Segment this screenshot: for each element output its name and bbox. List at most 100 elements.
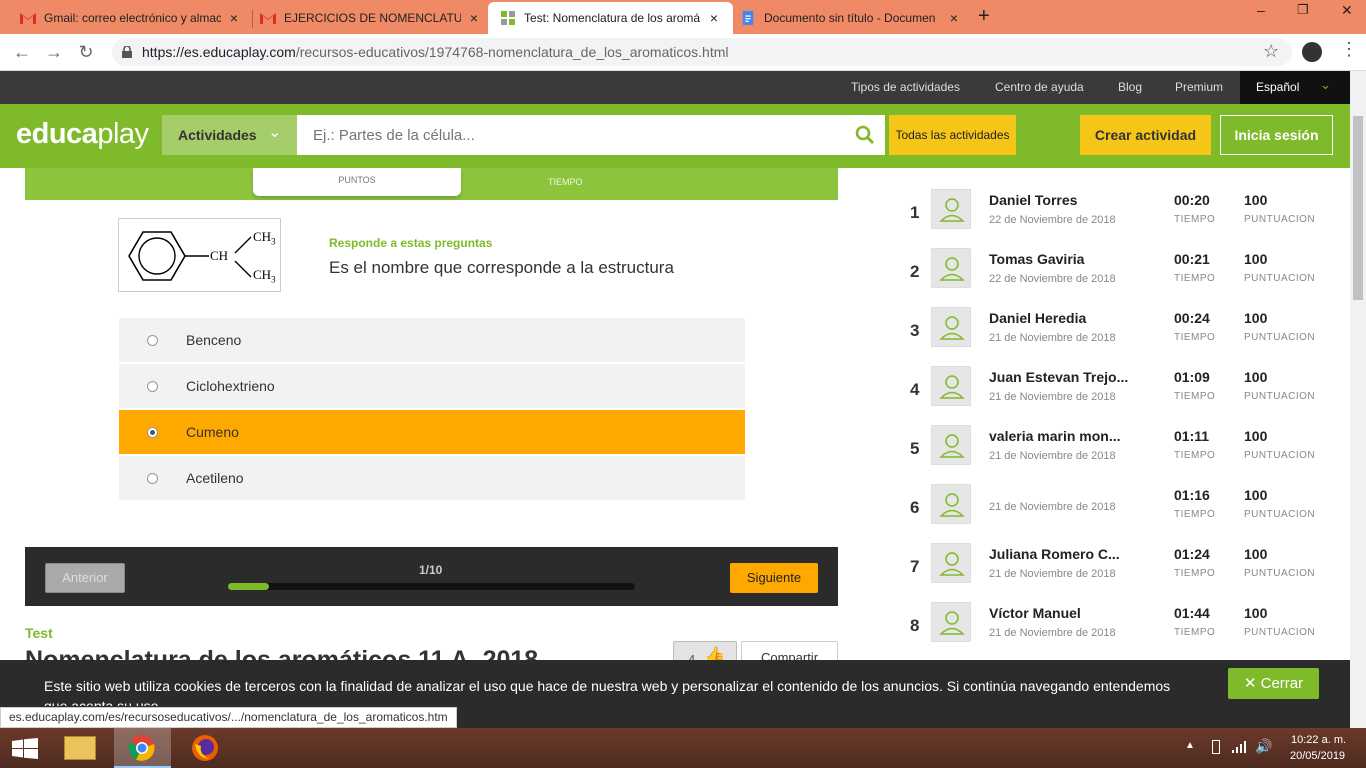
clock-date[interactable]: 20/05/2019 xyxy=(1290,750,1345,762)
profile-avatar[interactable] xyxy=(1302,42,1322,62)
clock-time[interactable]: 10:22 a. m. xyxy=(1291,734,1346,746)
answer-option[interactable]: Ciclohextrieno xyxy=(119,364,745,408)
quiz-score-strip: PUNTOS TIEMPO xyxy=(25,168,838,200)
player-name[interactable]: Daniel Torres xyxy=(989,192,1077,208)
search-icon[interactable] xyxy=(855,125,875,145)
progress-fill xyxy=(228,583,269,590)
tab-gmail[interactable]: Gmail: correo electrónico y almac × xyxy=(8,2,253,34)
score-label: PUNTUACION xyxy=(1244,391,1316,402)
site-top-bar: Tipos de actividades Centro de ayuda Blo… xyxy=(0,71,1356,104)
close-tab-icon[interactable]: × xyxy=(227,10,241,26)
time-label: TIEMPO xyxy=(1174,332,1216,343)
firefox-icon[interactable] xyxy=(191,734,219,762)
tab-documento[interactable]: Documento sin título - Documen × xyxy=(728,2,973,34)
taskbar-chrome-active[interactable] xyxy=(114,728,171,768)
play-time: 00:20 xyxy=(1174,192,1210,208)
tray-chevron-icon[interactable]: ▲ xyxy=(1185,740,1195,751)
radio-button[interactable] xyxy=(147,427,158,438)
language-select[interactable]: Español ⌄ xyxy=(1240,71,1356,104)
radio-button[interactable] xyxy=(147,335,158,346)
signal-icon[interactable] xyxy=(1232,741,1246,753)
radio-button[interactable] xyxy=(147,381,158,392)
leaderboard-row: 2 Tomas Gaviria 22 de Noviembre de 2018 00:… xyxy=(900,248,1330,307)
windows-start-icon[interactable] xyxy=(12,738,38,760)
quiz-navigation-bar: Anterior 1/10 Siguiente xyxy=(25,547,838,606)
score: 100 xyxy=(1244,251,1268,267)
points-card: PUNTOS xyxy=(253,168,461,196)
educaplay-logo[interactable]: educaplay xyxy=(16,118,149,151)
link-tipos[interactable]: Tipos de actividades xyxy=(851,80,960,94)
score-label: PUNTUACION xyxy=(1244,332,1316,343)
link-ayuda[interactable]: Centro de ayuda xyxy=(995,80,1084,94)
activity-type: Test xyxy=(25,625,53,641)
previous-button[interactable]: Anterior xyxy=(45,563,125,593)
play-date: 21 de Noviembre de 2018 xyxy=(989,627,1116,639)
score: 100 xyxy=(1244,428,1268,444)
player-name[interactable]: Víctor Manuel xyxy=(989,605,1081,621)
bookmark-star-icon[interactable]: ☆ xyxy=(1263,41,1279,62)
leaderboard-row: 7 Juliana Romero C... 21 de Noviembre de 2… xyxy=(900,543,1330,602)
player-name[interactable]: Daniel Heredia xyxy=(989,310,1086,326)
rank: 6 xyxy=(910,498,920,517)
close-tab-icon[interactable]: × xyxy=(947,10,961,26)
time-label: TIEMPO xyxy=(1174,450,1216,461)
back-icon[interactable]: ← xyxy=(10,40,34,64)
answer-option-selected[interactable]: Cumeno xyxy=(119,410,745,454)
cookie-close-button[interactable]: ✕ Cerrar xyxy=(1228,668,1319,699)
create-activity-button[interactable]: Crear actividad xyxy=(1080,115,1211,155)
link-blog[interactable]: Blog xyxy=(1118,80,1142,94)
file-explorer-icon[interactable] xyxy=(64,736,96,760)
next-button[interactable]: Siguiente xyxy=(730,563,818,593)
page-scrollbar[interactable] xyxy=(1350,71,1366,728)
close-tab-icon[interactable]: × xyxy=(707,10,721,26)
cookie-text: Este sitio web utiliza cookies de tercer… xyxy=(44,678,1171,706)
tab-ejercicios[interactable]: EJERCICIOS DE NOMENCLATURA × xyxy=(248,2,493,34)
menu-dots-icon[interactable]: ⋮ xyxy=(1340,39,1358,60)
battery-icon[interactable] xyxy=(1212,740,1220,754)
play-date: 22 de Noviembre de 2018 xyxy=(989,214,1116,226)
reload-icon[interactable]: ↻ xyxy=(74,40,98,64)
url-field[interactable]: https://es.educaplay.com/recursos-educat… xyxy=(112,38,1292,66)
play-time: 01:09 xyxy=(1174,369,1210,385)
search-input[interactable] xyxy=(297,115,885,155)
maximize-button[interactable]: ❐ xyxy=(1297,2,1309,18)
category-select[interactable]: Actividades ⌄ xyxy=(162,115,297,155)
answer-option[interactable]: Benceno xyxy=(119,318,745,362)
player-name[interactable]: valeria marin mon... xyxy=(989,428,1121,444)
minimize-button[interactable]: – xyxy=(1257,2,1265,18)
question-prompt-label: Responde a estas preguntas xyxy=(329,236,493,250)
link-premium[interactable]: Premium xyxy=(1175,80,1223,94)
scrollbar-thumb[interactable] xyxy=(1353,116,1363,300)
all-activities-button[interactable]: Todas las actividades xyxy=(889,115,1016,155)
progress-counter: 1/10 xyxy=(419,563,443,577)
play-time: 01:16 xyxy=(1174,487,1210,503)
chevron-down-icon: ⌄ xyxy=(1320,77,1331,92)
gmail-icon xyxy=(260,13,276,24)
time-label: TIEMPO xyxy=(1174,568,1216,579)
bond-lines xyxy=(234,236,252,278)
answer-option[interactable]: Acetileno xyxy=(119,456,745,500)
close-tab-icon[interactable]: × xyxy=(467,10,481,26)
leaderboard-row: 3 Daniel Heredia 21 de Noviembre de 2018 00… xyxy=(900,307,1330,366)
player-name[interactable]: Juliana Romero C... xyxy=(989,546,1120,562)
play-date: 21 de Noviembre de 2018 xyxy=(989,391,1116,403)
chrome-icon xyxy=(128,735,155,761)
new-tab-button[interactable]: + xyxy=(978,5,990,28)
tab-test-active[interactable]: Test: Nomenclatura de los aromá × xyxy=(488,2,733,34)
score: 100 xyxy=(1244,605,1268,621)
score-label: PUNTUACION xyxy=(1244,509,1316,520)
radio-button[interactable] xyxy=(147,473,158,484)
forward-icon[interactable]: → xyxy=(42,40,66,64)
player-name[interactable]: Tomas Gaviria xyxy=(989,251,1084,267)
google-docs-icon xyxy=(742,11,754,25)
play-time: 00:21 xyxy=(1174,251,1210,267)
score: 100 xyxy=(1244,310,1268,326)
close-window-button[interactable]: ✕ xyxy=(1341,2,1353,19)
player-name[interactable]: Juan Estevan Trejo... xyxy=(989,369,1128,385)
rank: 1 xyxy=(910,203,920,222)
volume-icon[interactable]: 🔊 xyxy=(1255,738,1272,755)
status-url-tooltip: es.educaplay.com/es/recursoseducativos/.… xyxy=(0,707,457,728)
user-avatar-icon xyxy=(931,484,971,524)
play-date: 22 de Noviembre de 2018 xyxy=(989,273,1116,285)
login-button[interactable]: Inicia sesión xyxy=(1220,115,1333,155)
